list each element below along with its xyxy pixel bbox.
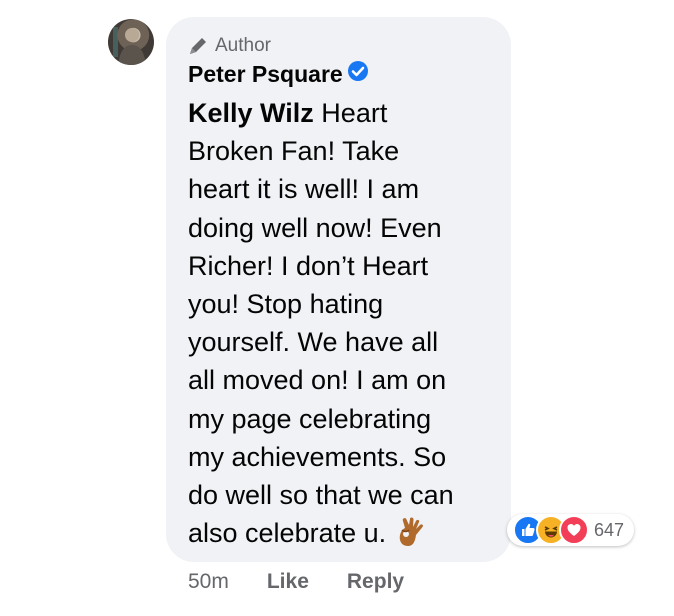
pencil-icon — [190, 38, 206, 54]
mention-link[interactable]: Kelly Wilz — [188, 98, 314, 128]
comment-line: yourself. We have all — [188, 327, 439, 358]
author-name[interactable]: Peter Psquare — [188, 61, 343, 88]
verified-badge-icon — [347, 60, 369, 88]
reaction-count: 647 — [594, 519, 625, 540]
comment-line: Broken Fan! Take — [188, 136, 400, 167]
love-icon — [559, 515, 589, 545]
comment-text: Kelly Wilz Heart Broken Fan! Take heart … — [188, 94, 488, 558]
author-badge: Author — [188, 35, 271, 57]
reply-button[interactable]: Reply — [347, 570, 404, 594]
reactions-summary[interactable]: 647 — [507, 514, 635, 546]
ok-hand-icon — [396, 516, 426, 558]
comment-line: doing well now! Even — [188, 212, 442, 243]
comment-line: my achievements. So — [188, 441, 447, 472]
comment-line: my page celebrating — [188, 403, 432, 434]
comment-author[interactable]: Peter Psquare — [188, 59, 369, 89]
comment-line: you! Stop hating — [188, 289, 384, 320]
author-badge-label: Author — [215, 35, 271, 56]
comment-line: Richer! I don’t Heart — [188, 250, 429, 281]
comment-line: Kelly Wilz Heart — [188, 98, 388, 128]
avatar[interactable] — [108, 19, 154, 65]
comment-actions: 50m Like Reply — [188, 567, 442, 597]
timestamp[interactable]: 50m — [188, 570, 229, 594]
comment-line: do well so that we can — [188, 480, 454, 511]
comment-line: also celebrate u. — [188, 514, 488, 558]
comment-line: heart it is well! I am — [188, 174, 420, 205]
like-button[interactable]: Like — [267, 570, 309, 594]
comment-line: all moved on! I am on — [188, 365, 447, 396]
